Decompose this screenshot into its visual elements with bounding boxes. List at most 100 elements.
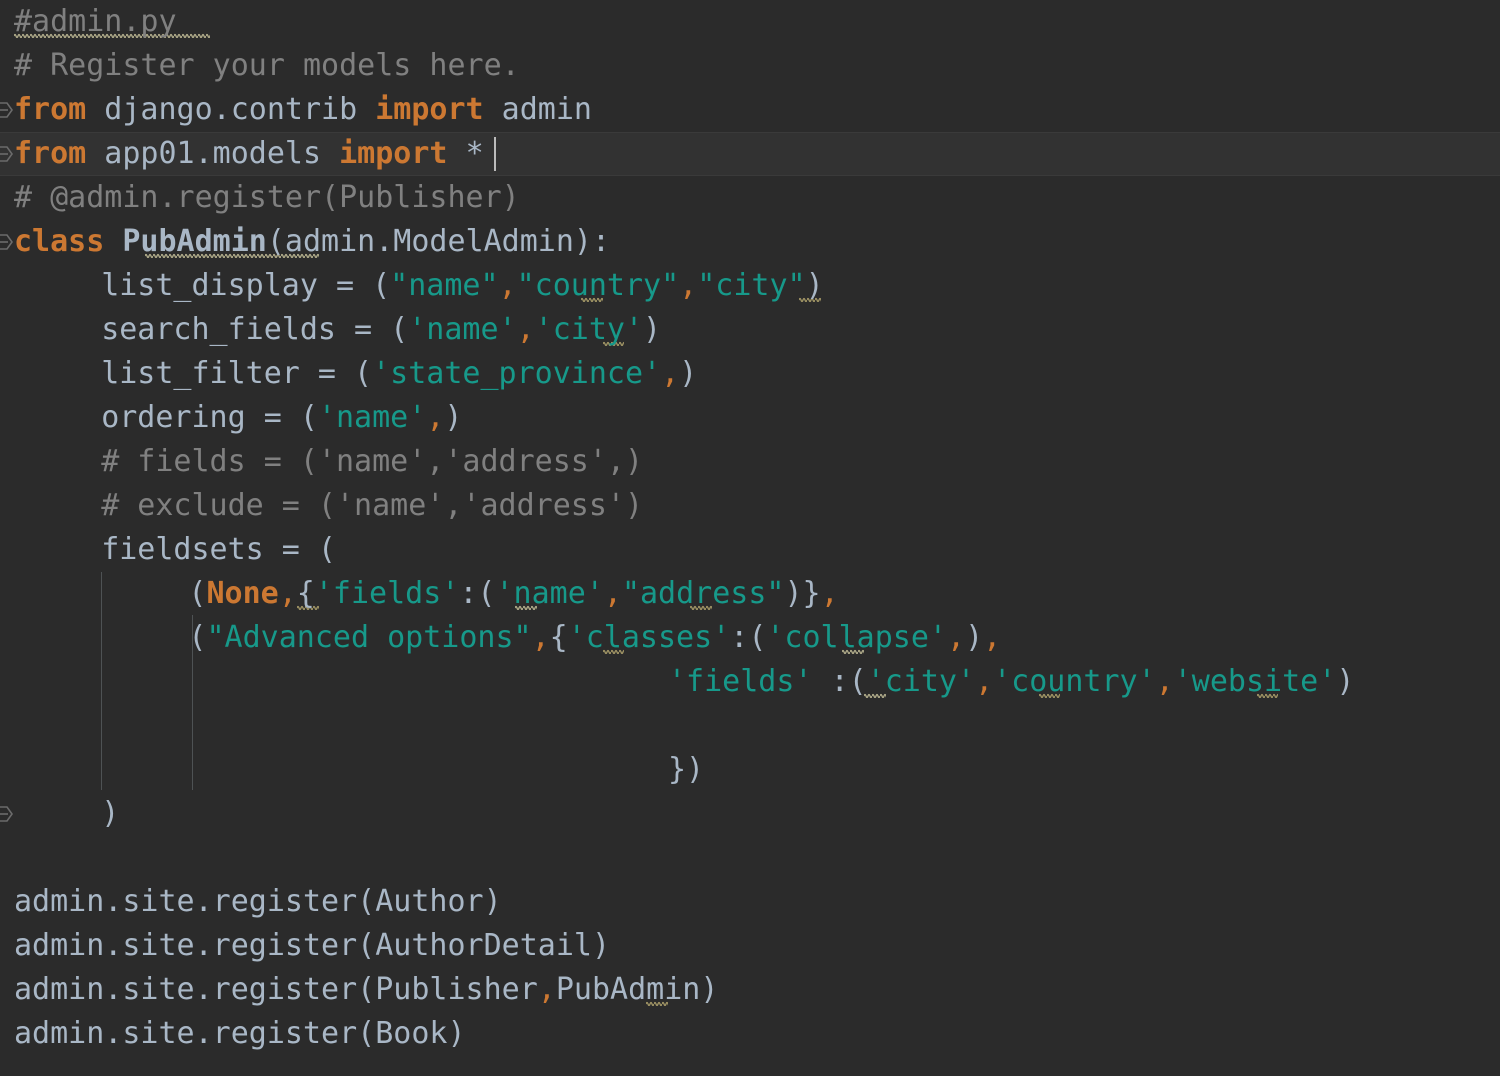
code-line[interactable]: ): [101, 792, 119, 836]
code-line[interactable]: ordering = ('name',): [101, 396, 462, 440]
code-token: ): [805, 268, 824, 303]
code-line[interactable]: from app01.models import *: [14, 132, 484, 176]
code-line[interactable]: list_display = ("name","country","city"): [101, 264, 823, 308]
code-line[interactable]: search_fields = ('name','city'): [101, 308, 661, 352]
code-line[interactable]: class PubAdmin(admin.ModelAdmin):: [14, 220, 610, 264]
code-token: "city": [697, 268, 806, 303]
code-token: 'fields': [668, 664, 813, 699]
code-token: ): [1336, 664, 1355, 699]
code-line[interactable]: # @admin.register(Publisher): [14, 176, 520, 220]
code-line[interactable]: admin.site.register(Publisher,PubAdmin): [14, 968, 718, 1012]
code-token: from: [14, 92, 87, 127]
code-token: ,: [537, 972, 556, 1007]
code-token: "Advanced options": [206, 620, 532, 655]
code-token: (: [748, 620, 767, 655]
code-token: {: [296, 576, 315, 611]
code-line[interactable]: #admin.py: [14, 0, 177, 44]
code-token: ): [965, 620, 984, 655]
code-line[interactable]: }): [668, 748, 704, 792]
code-token: PubAdmin): [555, 972, 719, 1007]
code-token: ,: [278, 576, 297, 611]
code-token: (: [848, 664, 867, 699]
code-token: list_filter = (: [101, 356, 373, 391]
code-line[interactable]: list_filter = ('state_province',): [101, 352, 697, 396]
code-line[interactable]: admin.site.register(Book): [14, 1012, 466, 1056]
code-line[interactable]: 'fields' :('city','country','website'): [668, 660, 1354, 704]
code-token: search_fields = (: [101, 312, 409, 347]
code-token: (: [188, 576, 207, 611]
code-token: 'classes': [567, 620, 731, 655]
code-token: PubAdmin: [122, 224, 267, 259]
code-token: ): [679, 356, 698, 391]
code-token: list_display = (: [101, 268, 391, 303]
indent-guide: [101, 572, 102, 790]
code-token: "name": [390, 268, 499, 303]
code-line[interactable]: # fields = ('name','address',): [101, 440, 643, 484]
code-line[interactable]: from django.contrib import admin: [14, 88, 592, 132]
code-token: }): [668, 752, 705, 787]
code-token: ): [101, 796, 120, 831]
code-token: ,: [679, 268, 698, 303]
code-token: (: [188, 620, 207, 655]
code-token: import: [339, 136, 448, 171]
code-editor[interactable]: #admin.py # Register your models here. fro…: [0, 0, 1500, 1076]
code-line[interactable]: fieldsets = (: [101, 528, 336, 572]
code-token: ,: [947, 620, 966, 655]
code-token: "country": [516, 268, 680, 303]
code-token: ,: [820, 576, 839, 611]
code-token: 'name': [408, 312, 517, 347]
code-token: app01.models: [86, 136, 340, 171]
code-token: admin.site.register(Author): [14, 884, 502, 919]
code-token: :: [830, 664, 849, 699]
code-token: (admin.ModelAdmin):: [266, 224, 611, 259]
code-line[interactable]: # Register your models here.: [14, 44, 520, 88]
code-line[interactable]: ("Advanced options",{'classes':('collaps…: [188, 616, 1001, 660]
code-token: ,: [531, 620, 550, 655]
code-token: 'name': [495, 576, 604, 611]
code-token: "address": [621, 576, 785, 611]
code-token: )}: [784, 576, 821, 611]
code-token: ,: [983, 620, 1002, 655]
code-token: ,: [661, 356, 680, 391]
implementing-method-marker-icon[interactable]: [0, 803, 16, 825]
code-token: admin.site.register(Book): [14, 1016, 466, 1051]
code-token: 'collapse': [766, 620, 947, 655]
code-line[interactable]: (None,{'fields':('name',"address")},: [188, 572, 838, 616]
code-token: class: [14, 224, 105, 259]
code-token: fieldsets = (: [101, 532, 336, 567]
code-line[interactable]: admin.site.register(AuthorDetail): [14, 924, 610, 968]
code-token: 'country': [993, 664, 1156, 699]
code-token: *: [465, 136, 484, 171]
code-token: ,: [603, 576, 622, 611]
code-token: 'state_province': [372, 356, 662, 391]
code-token: ordering = (: [101, 400, 318, 435]
code-token: # @admin.register(Publisher): [14, 180, 520, 215]
code-token: :: [730, 620, 749, 655]
code-token: import: [375, 92, 484, 127]
code-token: 'website': [1173, 664, 1337, 699]
code-token: # exclude = ('name','address'): [101, 488, 644, 523]
text-caret: [493, 137, 496, 171]
code-token: # fields = ('name','address',): [101, 444, 644, 479]
code-token: admin: [483, 92, 592, 127]
code-line[interactable]: # exclude = ('name','address'): [101, 484, 643, 528]
code-token: #admin.py: [14, 4, 177, 39]
code-line[interactable]: admin.site.register(Author): [14, 880, 502, 924]
code-token: {: [549, 620, 568, 655]
code-token: (: [477, 576, 496, 611]
code-token: 'fields': [314, 576, 460, 611]
code-token: admin.site.register(Publisher: [14, 972, 538, 1007]
code-token: :: [459, 576, 478, 611]
code-token: django.contrib: [86, 92, 376, 127]
code-token: ): [444, 400, 463, 435]
code-token: ): [643, 312, 662, 347]
code-token: ,: [516, 312, 535, 347]
code-token: admin.site.register(AuthorDetail): [14, 928, 611, 963]
code-token: # Register your models here.: [14, 48, 520, 83]
code-token: ,: [426, 400, 445, 435]
code-token: 'name': [317, 400, 427, 435]
code-token: 'city': [866, 664, 976, 699]
